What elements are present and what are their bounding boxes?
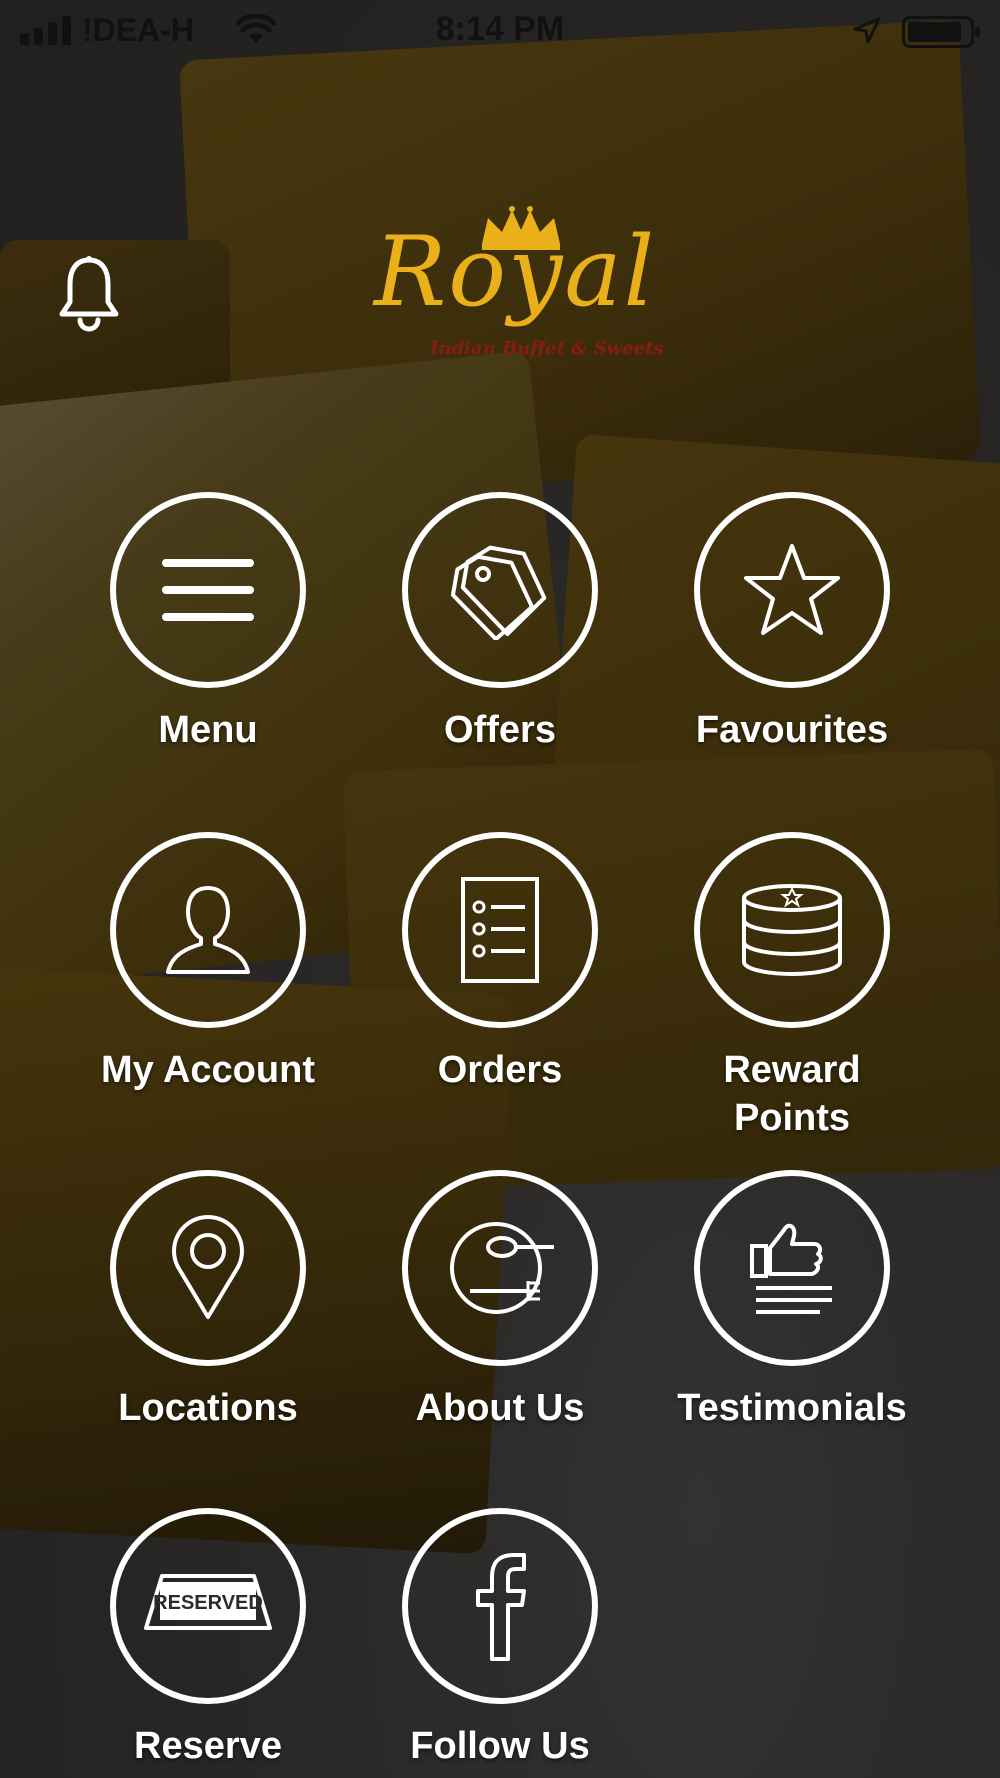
tile-label: Offers: [444, 709, 556, 751]
offers-button[interactable]: [402, 492, 598, 688]
tile-reward-points[interactable]: Reward Points: [642, 832, 942, 1142]
tile-menu[interactable]: Menu: [58, 492, 358, 754]
location-arrow-icon: [853, 17, 881, 44]
testimonials-button[interactable]: [694, 1170, 890, 1366]
follow-us-button[interactable]: [402, 1508, 598, 1704]
tile-label: Favourites: [695, 709, 889, 751]
hamburger-icon: [162, 559, 254, 621]
status-bar: !DEA-H 8:14 PM: [0, 0, 1000, 64]
tags-icon: [450, 545, 547, 640]
about-us-button[interactable]: [402, 1170, 598, 1366]
tile-orders[interactable]: Orders: [350, 832, 650, 1094]
tile-label: Testimonials: [677, 1387, 907, 1429]
my-account-button[interactable]: [110, 832, 306, 1028]
tile-label: Menu: [158, 709, 258, 751]
logo-word: Royal: [374, 216, 657, 328]
favourites-button[interactable]: [694, 492, 890, 688]
facebook-icon: [476, 1553, 526, 1661]
tile-follow-us[interactable]: Follow Us: [350, 1508, 650, 1770]
logo-subtitle: Indian Buffet & Sweets: [430, 338, 664, 359]
tile-label: My Account: [101, 1049, 315, 1091]
star-icon: [744, 544, 840, 635]
tile-locations[interactable]: Locations: [58, 1170, 358, 1432]
thumbs-up-icon: [750, 1223, 832, 1314]
tile-label: Reserve: [134, 1725, 282, 1767]
battery-icon: [902, 16, 980, 48]
locations-button[interactable]: [110, 1170, 306, 1366]
map-pin-icon: [172, 1215, 244, 1319]
orders-button[interactable]: [402, 832, 598, 1028]
reserved-sign-text: RESERVED: [153, 1592, 263, 1614]
tile-offers[interactable]: Offers: [350, 492, 650, 754]
coin-stack-icon: [742, 884, 842, 976]
reserved-sign-icon: RESERVED: [144, 1574, 272, 1630]
user-icon: [166, 886, 250, 974]
plate-cutlery-icon: [450, 1222, 554, 1314]
tile-about-us[interactable]: About Us: [350, 1170, 650, 1432]
clock: 8:14 PM: [435, 10, 565, 48]
list-icon: [461, 877, 539, 983]
reserve-button[interactable]: RESERVED: [110, 1508, 306, 1704]
tile-my-account[interactable]: My Account: [58, 832, 358, 1094]
tile-label: Locations: [118, 1387, 298, 1429]
tile-label: Follow Us: [410, 1725, 590, 1767]
tile-label: Orders: [437, 1049, 563, 1091]
reward-points-button[interactable]: [694, 832, 890, 1028]
tile-reserve[interactable]: RESERVED Reserve: [58, 1508, 358, 1770]
menu-button[interactable]: [110, 492, 306, 688]
tile-label: Reward Points: [723, 1049, 861, 1139]
brand-logo: Royal Indian Buffet & Sweets: [334, 196, 664, 386]
tile-testimonials[interactable]: Testimonials: [642, 1170, 942, 1432]
tile-label: About Us: [415, 1387, 585, 1429]
tile-favourites[interactable]: Favourites: [642, 492, 942, 754]
bell-icon[interactable]: [56, 254, 122, 332]
